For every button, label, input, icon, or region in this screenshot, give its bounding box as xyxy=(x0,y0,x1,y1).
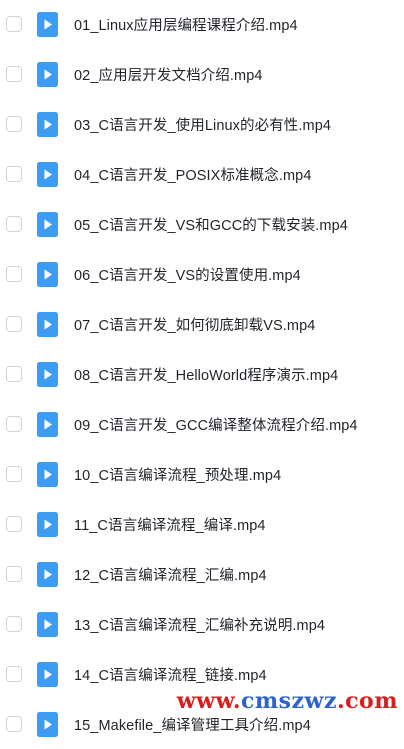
watermark-brand: cmszwz xyxy=(241,688,337,714)
file-name: 05_C语言开发_VS和GCC的下载安装.mp4 xyxy=(74,217,348,234)
checkbox[interactable] xyxy=(6,416,22,432)
file-name: 08_C语言开发_HelloWorld程序演示.mp4 xyxy=(74,367,339,384)
video-file-icon xyxy=(37,611,58,637)
video-file-icon xyxy=(37,661,58,687)
file-name: 12_C语言编译流程_汇编.mp4 xyxy=(74,567,267,584)
video-file-icon xyxy=(37,511,58,537)
file-row[interactable]: 01_Linux应用层编程课程介绍.mp4 xyxy=(0,0,404,49)
video-file-icon xyxy=(37,711,58,737)
file-name: 03_C语言开发_使用Linux的必有性.mp4 xyxy=(74,117,332,134)
video-file-icon xyxy=(37,311,58,337)
checkbox[interactable] xyxy=(6,516,22,532)
file-row[interactable]: 08_C语言开发_HelloWorld程序演示.mp4 xyxy=(0,349,404,399)
video-file-icon xyxy=(37,461,58,487)
file-name: 01_Linux应用层编程课程介绍.mp4 xyxy=(74,17,298,34)
file-name: 15_Makefile_编译管理工具介绍.mp4 xyxy=(74,717,311,734)
checkbox[interactable] xyxy=(6,16,22,32)
file-name: 13_C语言编译流程_汇编补充说明.mp4 xyxy=(74,617,326,634)
file-row[interactable]: 05_C语言开发_VS和GCC的下载安装.mp4 xyxy=(0,199,404,249)
file-row[interactable]: 13_C语言编译流程_汇编补充说明.mp4 xyxy=(0,599,404,649)
video-file-icon xyxy=(37,411,58,437)
checkbox[interactable] xyxy=(6,316,22,332)
checkbox[interactable] xyxy=(6,266,22,282)
checkbox[interactable] xyxy=(6,366,22,382)
file-name: 04_C语言开发_POSIX标准概念.mp4 xyxy=(74,167,312,184)
file-row[interactable]: 11_C语言编译流程_编译.mp4 xyxy=(0,499,404,549)
file-list: 01_Linux应用层编程课程介绍.mp4 02_应用层开发文档介绍.mp4 0… xyxy=(0,0,404,749)
checkbox[interactable] xyxy=(6,466,22,482)
file-name: 10_C语言编译流程_预处理.mp4 xyxy=(74,467,282,484)
video-file-icon xyxy=(37,61,58,87)
checkbox[interactable] xyxy=(6,716,22,732)
file-row[interactable]: 10_C语言编译流程_预处理.mp4 xyxy=(0,449,404,499)
file-row[interactable]: 07_C语言开发_如何彻底卸载VS.mp4 xyxy=(0,299,404,349)
file-name: 09_C语言开发_GCC编译整体流程介绍.mp4 xyxy=(74,417,358,434)
video-file-icon xyxy=(37,211,58,237)
checkbox[interactable] xyxy=(6,216,22,232)
file-name: 06_C语言开发_VS的设置使用.mp4 xyxy=(74,267,301,284)
checkbox[interactable] xyxy=(6,166,22,182)
file-name: 11_C语言编译流程_编译.mp4 xyxy=(74,517,266,534)
file-row[interactable]: 03_C语言开发_使用Linux的必有性.mp4 xyxy=(0,99,404,149)
file-name: 14_C语言编译流程_链接.mp4 xyxy=(74,667,267,684)
file-name: 07_C语言开发_如何彻底卸载VS.mp4 xyxy=(74,317,316,334)
file-row[interactable]: 02_应用层开发文档介绍.mp4 xyxy=(0,49,404,99)
watermark: www.cmszwz.com xyxy=(177,690,398,712)
video-file-icon xyxy=(37,111,58,137)
file-row[interactable]: 09_C语言开发_GCC编译整体流程介绍.mp4 xyxy=(0,399,404,449)
video-file-icon xyxy=(37,261,58,287)
checkbox[interactable] xyxy=(6,66,22,82)
file-name: 02_应用层开发文档介绍.mp4 xyxy=(74,67,263,84)
file-row[interactable]: 04_C语言开发_POSIX标准概念.mp4 xyxy=(0,149,404,199)
video-file-icon xyxy=(37,361,58,387)
file-row[interactable]: 12_C语言编译流程_汇编.mp4 xyxy=(0,549,404,599)
checkbox[interactable] xyxy=(6,666,22,682)
video-file-icon xyxy=(37,561,58,587)
checkbox[interactable] xyxy=(6,616,22,632)
file-row[interactable]: 06_C语言开发_VS的设置使用.mp4 xyxy=(0,249,404,299)
watermark-suffix: .com xyxy=(336,688,398,714)
watermark-prefix: www. xyxy=(176,688,241,714)
checkbox[interactable] xyxy=(6,116,22,132)
video-file-icon xyxy=(37,11,58,37)
video-file-icon xyxy=(37,161,58,187)
checkbox[interactable] xyxy=(6,566,22,582)
